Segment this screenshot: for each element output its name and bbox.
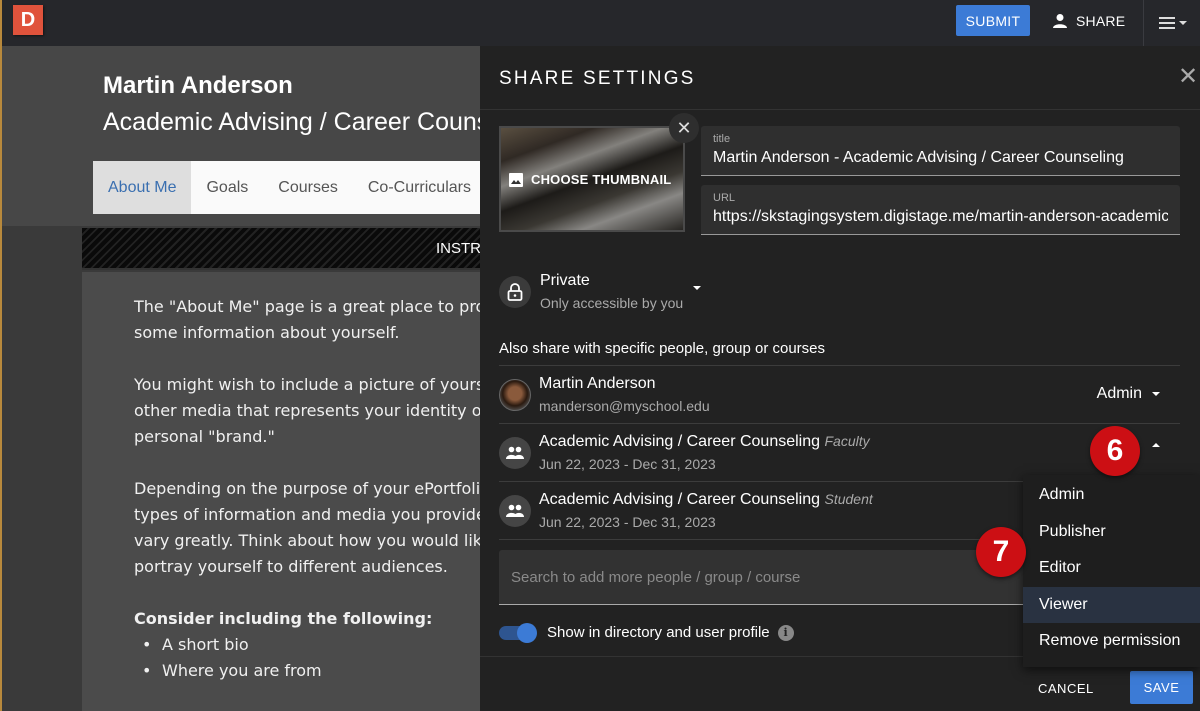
- privacy-select[interactable]: Private Only accessible by you: [499, 272, 702, 311]
- share-email: manderson@myschool.edu: [539, 398, 710, 414]
- role-option-viewer[interactable]: Viewer: [1023, 586, 1200, 623]
- person-icon: [1053, 13, 1067, 28]
- group-icon: [499, 495, 531, 527]
- chevron-down-icon: [1152, 392, 1160, 396]
- directory-toggle-label: Show in directory and user profile: [547, 624, 770, 641]
- suggestion-list: A short bio Where you are from: [134, 632, 322, 684]
- divider: [480, 109, 1200, 110]
- paragraph-line: Depending on the purpose of your ePortfo…: [134, 479, 480, 498]
- top-bar: D SUBMIT SHARE: [0, 0, 1200, 46]
- chevron-down-icon: [693, 285, 702, 290]
- hamburger-menu-icon: [1159, 17, 1175, 29]
- url-field-value[interactable]: https://skstagingsystem.digistage.me/mar…: [713, 208, 1168, 226]
- portfolio-title: Academic Advising / Career Counseling: [103, 108, 543, 136]
- page-header: Martin Anderson Academic Advising / Care…: [2, 46, 542, 226]
- tab-about-me[interactable]: About Me: [93, 161, 192, 214]
- share-name: Academic Advising / Career Counseling: [539, 433, 821, 450]
- chevron-down-icon: [1179, 21, 1187, 25]
- list-item: Where you are from: [134, 658, 322, 684]
- step-marker: 6: [1090, 426, 1140, 476]
- tab-co-curriculars[interactable]: Co-Curriculars: [353, 161, 480, 214]
- role-option-remove-permission[interactable]: Remove permission: [1023, 623, 1200, 660]
- role-select[interactable]: Admin: [1097, 385, 1160, 403]
- share-search-input[interactable]: [511, 568, 1017, 586]
- share-name: Martin Anderson: [539, 375, 656, 392]
- app-logo[interactable]: D: [13, 5, 43, 35]
- save-button[interactable]: SAVE: [1130, 671, 1193, 704]
- role-option-admin[interactable]: Admin: [1023, 477, 1200, 514]
- paragraph-line: portray yourself to different audiences.: [134, 557, 448, 576]
- thumbnail-picker[interactable]: CHOOSE THUMBNAIL: [499, 126, 685, 232]
- portfolio-nav: About Me Goals Courses Co-Curriculars: [93, 161, 480, 214]
- page-content: The "About Me" page is a great place to …: [82, 272, 480, 711]
- url-field-label: URL: [713, 192, 736, 204]
- role-value: Admin: [1096, 385, 1142, 402]
- title-field-label: title: [713, 133, 731, 145]
- paragraph-line: some information about yourself.: [134, 323, 400, 342]
- tab-goals[interactable]: Goals: [191, 161, 263, 214]
- portfolio-page: Martin Anderson Academic Advising / Care…: [0, 46, 549, 711]
- share-row: Academic Advising / Career Counseling Fa…: [499, 424, 1180, 482]
- chevron-up-icon: [1152, 443, 1160, 447]
- submit-button[interactable]: SUBMIT: [956, 5, 1030, 36]
- privacy-title: Private: [540, 272, 590, 289]
- lock-icon: [499, 275, 531, 308]
- share-button[interactable]: SHARE: [1052, 5, 1125, 36]
- info-icon[interactable]: i: [777, 624, 794, 641]
- paragraph-line: You might wish to include a picture of y…: [134, 375, 480, 394]
- share-dates: Jun 22, 2023 - Dec 31, 2023: [539, 514, 716, 530]
- role-option-editor[interactable]: Editor: [1023, 550, 1200, 587]
- panel-title: SHARE SETTINGS: [499, 68, 696, 89]
- share-with-label: Also share with specific people, group o…: [499, 340, 826, 357]
- role-select-open[interactable]: [1152, 443, 1160, 447]
- role-dropdown-menu: Admin Publisher Editor Viewer Remove per…: [1023, 475, 1200, 667]
- directory-toggle-row: Show in directory and user profile i: [499, 622, 794, 643]
- main-menu-button[interactable]: [1143, 0, 1200, 46]
- share-name: Academic Advising / Career Counseling: [539, 491, 821, 508]
- paragraph-line: other media that represents your identit…: [134, 401, 480, 420]
- share-label: SHARE: [1076, 12, 1126, 29]
- image-icon: [509, 172, 523, 187]
- share-row: Martin Anderson manderson@myschool.edu A…: [499, 366, 1180, 424]
- consider-heading: Consider including the following:: [134, 609, 433, 628]
- instructions-bar[interactable]: INSTRUCTIONS: [82, 228, 549, 270]
- title-field-value[interactable]: Martin Anderson - Academic Advising / Ca…: [713, 149, 1168, 167]
- tab-courses[interactable]: Courses: [263, 161, 353, 214]
- paragraph-line: types of information and media you provi…: [134, 505, 480, 524]
- share-dates: Jun 22, 2023 - Dec 31, 2023: [539, 456, 716, 472]
- paragraph-line: The "About Me" page is a great place to …: [134, 297, 480, 316]
- list-item: A short bio: [134, 632, 322, 658]
- group-icon: [499, 437, 531, 469]
- directory-toggle[interactable]: [499, 622, 537, 643]
- cancel-button[interactable]: CANCEL: [1038, 673, 1094, 703]
- privacy-subtitle: Only accessible by you: [540, 295, 684, 311]
- share-search-field[interactable]: [499, 550, 1029, 605]
- owner-name: Martin Anderson: [103, 72, 293, 99]
- share-role-tag: Faculty: [824, 433, 870, 449]
- step-marker: 7: [976, 527, 1026, 577]
- remove-thumbnail-button[interactable]: ✕: [669, 113, 699, 143]
- role-option-publisher[interactable]: Publisher: [1023, 514, 1200, 551]
- share-role-tag: Student: [824, 491, 873, 507]
- paragraph-line: vary greatly. Think about how you would …: [134, 531, 480, 550]
- url-field[interactable]: URL https://skstagingsystem.digistage.me…: [701, 185, 1180, 235]
- title-field[interactable]: title Martin Anderson - Academic Advisin…: [701, 126, 1180, 176]
- close-icon[interactable]: ✕: [1177, 65, 1199, 89]
- choose-thumbnail-label: CHOOSE THUMBNAIL: [531, 172, 672, 187]
- avatar: [499, 379, 531, 411]
- paragraph-line: personal "brand.": [134, 427, 275, 446]
